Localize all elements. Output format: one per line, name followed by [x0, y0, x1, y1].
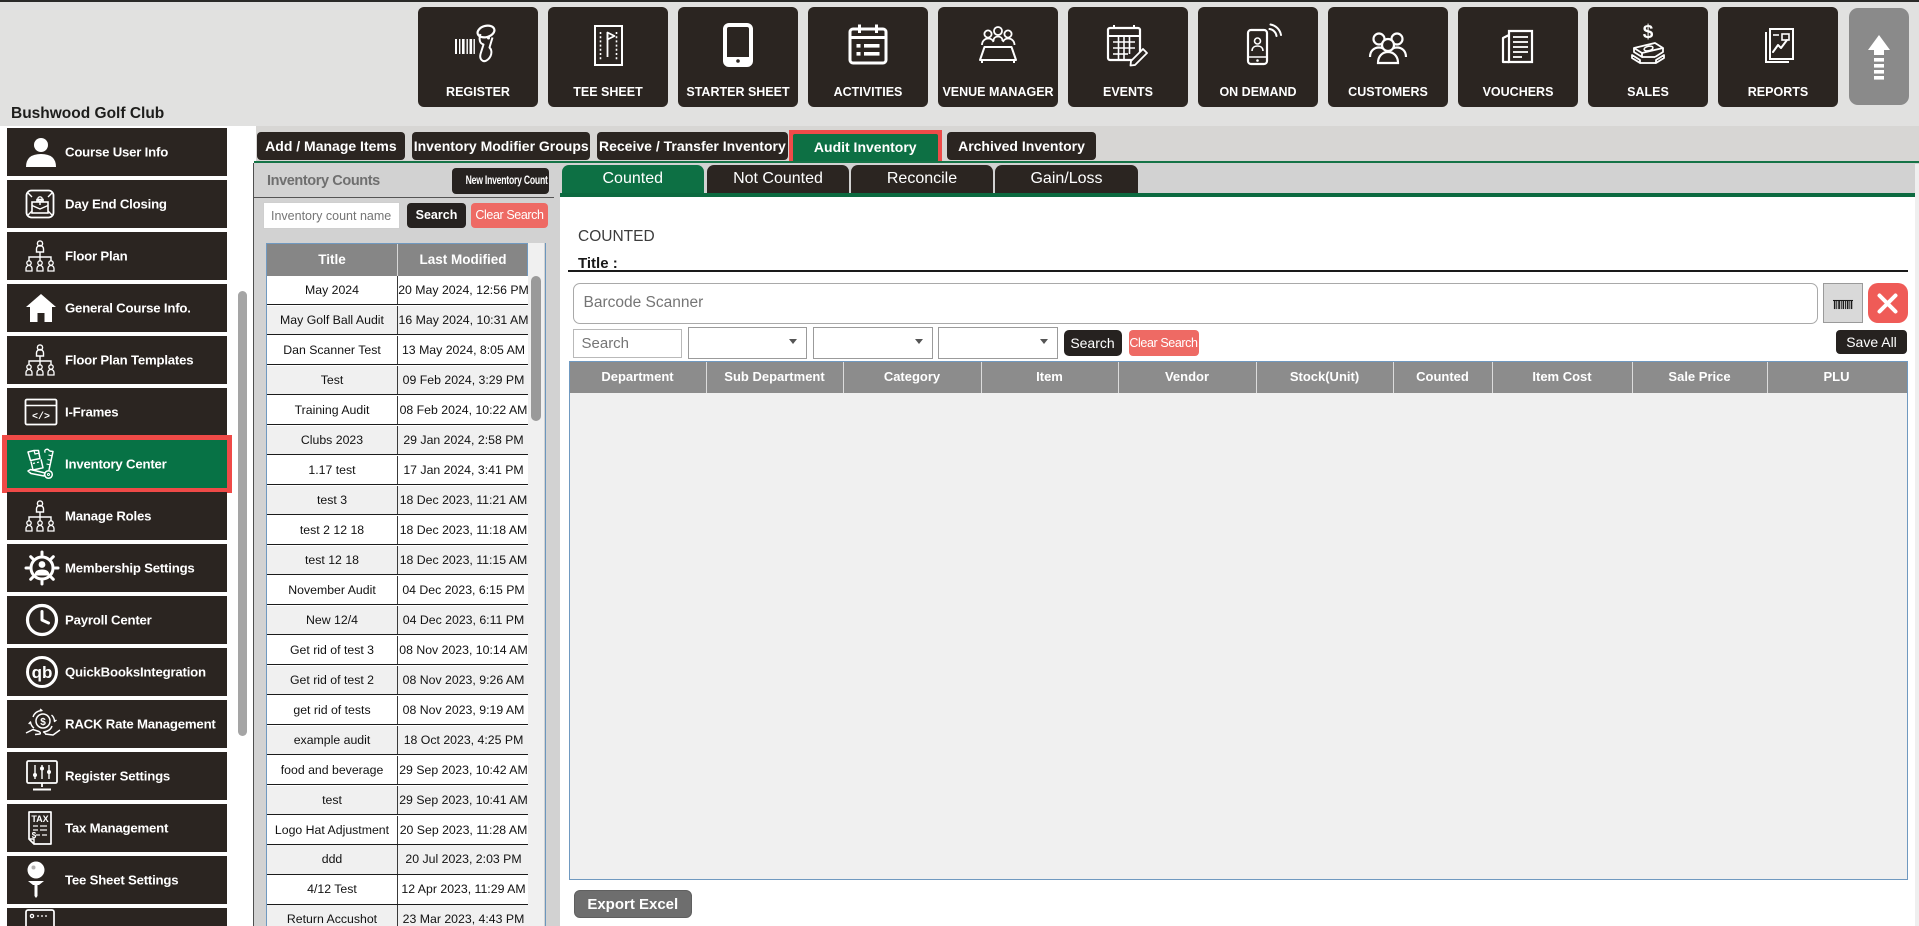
svg-text:TAX: TAX: [31, 814, 48, 824]
svg-text:$: $: [1643, 22, 1654, 43]
svg-text:</>: </>: [32, 411, 50, 423]
svg-text:qb: qb: [32, 663, 53, 682]
svg-text:$: $: [32, 831, 37, 840]
svg-text:$: $: [40, 717, 46, 728]
